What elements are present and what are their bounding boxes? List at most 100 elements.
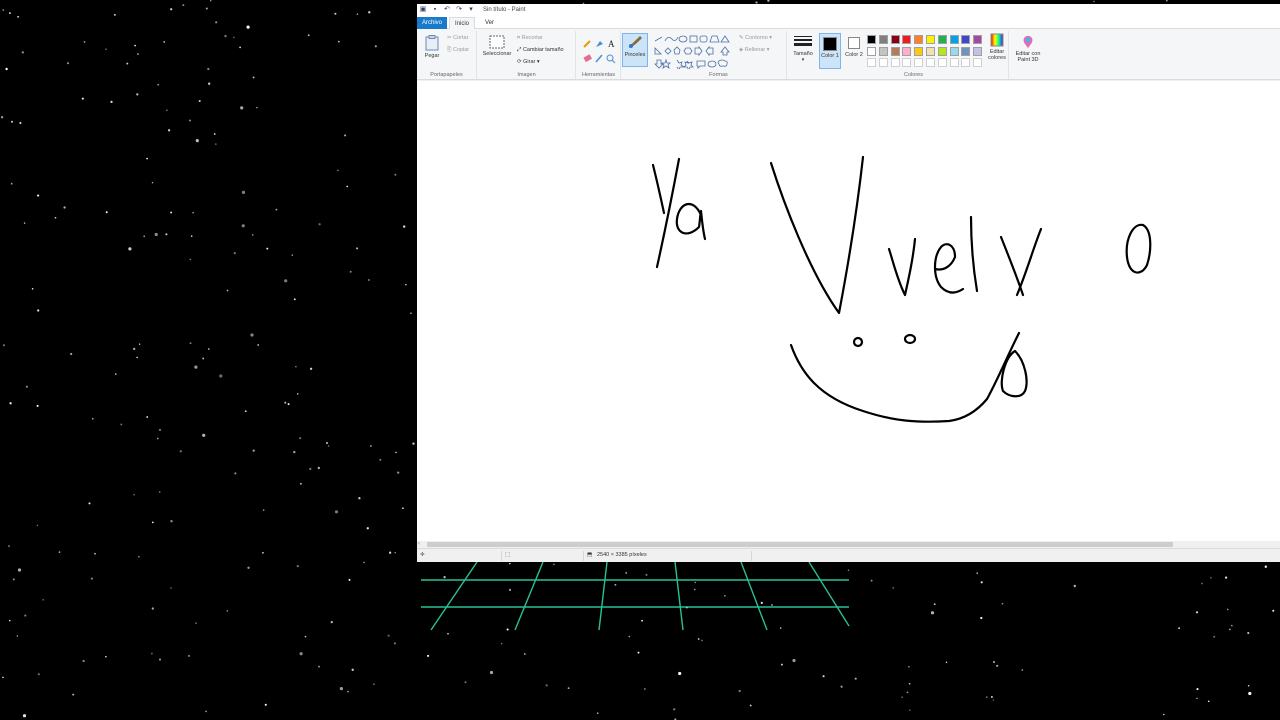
palette-swatch[interactable] <box>878 58 888 67</box>
scrollbar-thumb[interactable] <box>427 542 1173 547</box>
tools-icons[interactable]: A <box>581 37 621 67</box>
palette-swatch[interactable] <box>890 46 900 56</box>
palette-swatch[interactable] <box>949 46 959 56</box>
palette-swatch[interactable] <box>937 58 947 67</box>
size-button[interactable]: Tamaño ▾ <box>790 35 816 63</box>
edit-colors-button[interactable]: Editar colores <box>983 33 1011 61</box>
size-group: Tamaño ▾ <box>788 31 818 79</box>
customize-toolbar-icon[interactable]: ▾ <box>467 6 475 14</box>
star <box>2 676 4 679</box>
palette-swatch[interactable] <box>926 46 935 56</box>
palette-swatch[interactable] <box>961 35 971 44</box>
palette-swatch[interactable] <box>902 35 912 44</box>
star <box>128 247 132 251</box>
undo-icon[interactable]: ↶ <box>443 6 451 14</box>
color2-button[interactable]: Color 2 <box>843 33 865 69</box>
rotate-button[interactable]: ⟳ Girar ▾ <box>517 59 540 65</box>
star <box>1001 602 1004 605</box>
star <box>189 119 191 122</box>
star <box>151 607 154 610</box>
fill-button[interactable]: ◈ Rellenar ▾ <box>739 47 770 53</box>
palette-swatch[interactable] <box>949 35 959 44</box>
brushes-label: Pinceles <box>624 52 646 58</box>
palette-swatch[interactable] <box>902 46 912 56</box>
star <box>363 561 365 564</box>
star <box>295 366 297 368</box>
star <box>19 121 22 125</box>
palette-swatch[interactable] <box>973 35 983 44</box>
palette-swatch[interactable] <box>867 35 876 44</box>
star <box>194 365 198 369</box>
palette-swatch[interactable] <box>914 35 924 44</box>
star <box>840 685 843 688</box>
save-icon[interactable]: ▪ <box>431 6 439 14</box>
star <box>70 352 73 356</box>
palette-swatch[interactable] <box>926 35 935 44</box>
redo-icon[interactable]: ↷ <box>455 6 463 14</box>
star <box>356 13 359 15</box>
palette-swatch[interactable] <box>961 46 971 56</box>
ribbon-tabs: Archivo Inicio Ver <box>417 17 1280 29</box>
palette-swatch[interactable] <box>914 58 924 67</box>
palette-swatch[interactable] <box>926 58 935 67</box>
star <box>170 587 172 589</box>
scroll-left-icon[interactable]: ‹ <box>418 541 420 548</box>
palette-swatch[interactable] <box>914 46 924 56</box>
palette-swatch[interactable] <box>867 58 876 67</box>
fill-label: Rellenar <box>744 47 766 53</box>
paint3d-icon <box>1023 36 1033 48</box>
palette-swatch[interactable] <box>890 58 900 67</box>
palette-swatch[interactable] <box>973 46 983 56</box>
palette-swatch[interactable] <box>878 46 888 56</box>
tab-ver[interactable]: Ver <box>480 17 499 29</box>
star <box>12 578 15 581</box>
tab-inicio[interactable]: Inicio <box>449 17 476 29</box>
color1-button[interactable]: Color 1 <box>819 33 841 69</box>
copy-button[interactable]: ⎘ Copiar <box>447 47 469 54</box>
handwritten-drawing <box>651 155 1152 423</box>
star <box>233 251 236 255</box>
star <box>395 451 397 454</box>
palette-swatch[interactable] <box>890 35 900 44</box>
shapes-gallery[interactable] <box>653 35 735 69</box>
palette-swatch[interactable] <box>937 46 947 56</box>
drawing-canvas[interactable] <box>417 81 1280 541</box>
canvas-dimensions: 2540 × 3385 píxeles <box>597 552 647 558</box>
star <box>24 614 27 617</box>
star <box>1248 691 1252 696</box>
palette-swatch[interactable] <box>902 58 912 67</box>
crop-button[interactable]: ⌗ Recortar <box>517 35 543 42</box>
select-button[interactable]: Seleccionar <box>480 35 514 57</box>
star <box>318 223 321 226</box>
star <box>226 289 229 292</box>
paint3d-button[interactable]: Editar con Paint 3D <box>1010 35 1046 63</box>
star <box>1201 582 1203 585</box>
palette-swatch[interactable] <box>973 58 983 67</box>
paste-button[interactable]: Pegar <box>421 35 443 59</box>
horizontal-scrollbar[interactable]: ‹ <box>417 541 1280 548</box>
star <box>115 373 117 375</box>
palette-swatch[interactable] <box>878 35 888 44</box>
status-bar: ✛ ⬚ ⬒ 2540 × 3385 píxeles <box>417 548 1280 562</box>
palette-swatch[interactable] <box>867 46 876 56</box>
palette-swatch[interactable] <box>961 58 971 67</box>
resize-button[interactable]: ⤢ Cambiar tamaño <box>517 47 564 54</box>
star <box>330 620 333 624</box>
brushes-button[interactable]: Pinceles <box>622 33 648 67</box>
star <box>368 11 371 14</box>
star <box>945 661 948 663</box>
star <box>170 520 173 523</box>
palette-swatch[interactable] <box>949 58 959 67</box>
ribbon: Pegar ✂ Cortar ⎘ Copiar Portapapeles Sel… <box>417 29 1280 80</box>
star <box>1213 635 1216 638</box>
star <box>136 356 138 359</box>
star <box>394 173 397 176</box>
star <box>114 14 116 16</box>
clipboard-group-label: Portapapeles <box>430 72 463 78</box>
star <box>88 502 91 505</box>
cut-button[interactable]: ✂ Cortar <box>447 35 468 41</box>
star <box>523 653 526 655</box>
tab-archivo[interactable]: Archivo <box>417 17 447 29</box>
palette-swatch[interactable] <box>937 35 947 44</box>
outline-button[interactable]: ✎ Contorno ▾ <box>739 35 772 41</box>
